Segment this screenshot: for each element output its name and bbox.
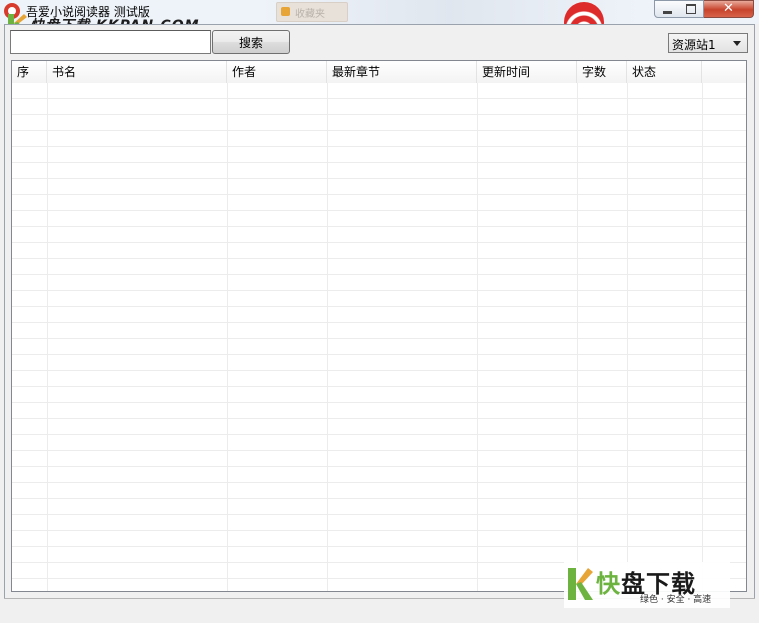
source-select-value: 资源站1 [672, 38, 716, 52]
folder-icon [281, 7, 290, 16]
close-icon: ✕ [723, 1, 734, 16]
watermark-tagline: 绿色 · 安全 · 高速 [640, 595, 712, 605]
chevron-down-icon [733, 41, 741, 46]
maximize-button[interactable] [679, 0, 704, 18]
list-header: 序 书名 作者 最新章节 更新时间 字数 状态 [12, 61, 746, 84]
column-header-title[interactable]: 书名 [47, 61, 227, 83]
minimize-icon [662, 10, 672, 14]
title-bar[interactable]: 收藏夹 吾爱小说阅读器 测试版 快盘下载 KKPAN.COM ✕ [0, 0, 759, 34]
book-list[interactable]: 序 书名 作者 最新章节 更新时间 字数 状态 [11, 60, 747, 592]
column-header-word-count[interactable]: 字数 [577, 61, 627, 83]
close-button[interactable]: ✕ [704, 0, 754, 18]
column-header-status[interactable]: 状态 [627, 61, 702, 83]
watermark-main-green: 快 [596, 570, 621, 598]
background-browser-tab: 收藏夹 [276, 2, 348, 22]
column-header-author[interactable]: 作者 [227, 61, 327, 83]
background-tab-label: 收藏夹 [295, 9, 325, 20]
source-select[interactable]: 资源站1 [668, 33, 748, 53]
column-header-index[interactable]: 序 [12, 61, 47, 83]
search-input[interactable] [10, 30, 211, 54]
minimize-button[interactable] [654, 0, 680, 18]
maximize-icon [686, 4, 696, 14]
column-header-update-time[interactable]: 更新时间 [477, 61, 577, 83]
watermark-k-logo-icon [568, 568, 593, 600]
search-button[interactable]: 搜索 [212, 30, 290, 54]
watermark-logo: 快盘下载 绿色 · 安全 · 高速 [564, 562, 730, 608]
app-window: 收藏夹 吾爱小说阅读器 测试版 快盘下载 KKPAN.COM ✕ 搜索 资源站1… [0, 0, 759, 623]
list-body[interactable] [12, 83, 746, 591]
column-header-latest-chapter[interactable]: 最新章节 [327, 61, 477, 83]
